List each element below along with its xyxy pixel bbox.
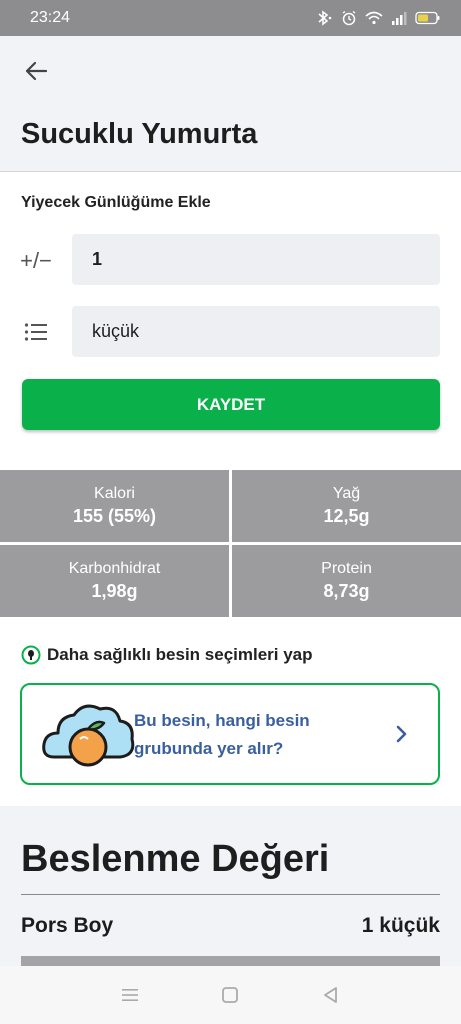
- page-title: Sucuklu Yumurta: [21, 118, 258, 150]
- header: Sucuklu Yumurta: [0, 36, 461, 172]
- tip-title: Daha sağlıklı besin seçimleri yap: [21, 645, 313, 665]
- plus-minus-icon: +/−: [18, 246, 54, 276]
- status-bar: 23:24: [0, 0, 461, 36]
- food-group-card[interactable]: Bu besin, hangi besin grubunda yer alır?: [20, 683, 440, 785]
- tip-title-text: Daha sağlıklı besin seçimleri yap: [47, 645, 313, 664]
- nutrient-label: Karbonhidrat: [68, 560, 161, 577]
- cloud-fruit-icon: [42, 704, 135, 767]
- home-square-icon: [222, 987, 239, 1003]
- unit-select[interactable]: küçük: [72, 306, 440, 357]
- food-group-card-text: Bu besin, hangi besin grubunda yer alır?: [134, 711, 310, 758]
- nutrient-label: Kalori: [94, 485, 135, 502]
- nutrition-facts-title: Beslenme Değeri: [21, 838, 330, 880]
- quantity-value: 1: [92, 249, 103, 269]
- menu-icon: [122, 989, 139, 1001]
- nutrient-carbs: Karbonhidrat 1,98g: [0, 545, 229, 617]
- save-button[interactable]: KAYDET: [22, 379, 440, 430]
- nutrient-calories: Kalori 155 (55%): [0, 470, 229, 542]
- nutrient-label: Protein: [321, 560, 372, 577]
- back-triangle-icon: [323, 987, 337, 1003]
- nav-back-button[interactable]: [316, 980, 346, 1010]
- back-button[interactable]: [18, 56, 54, 86]
- nutrient-label: Yağ: [332, 485, 361, 502]
- save-button-label: KAYDET: [196, 394, 266, 414]
- nav-menu-button[interactable]: [115, 980, 145, 1010]
- signal-icon: [392, 12, 407, 25]
- chevron-right-icon: [396, 725, 407, 743]
- divider: [21, 894, 440, 895]
- nutrient-grid: Kalori 155 (55%) Yağ 12,5g Karbonhidrat …: [0, 470, 461, 617]
- food-diary-section: Yiyecek Günlüğüme Ekle +/− 1 küçük KAYDE…: [0, 172, 461, 470]
- nutrient-value: 155 (55%): [72, 506, 157, 526]
- nutrient-value: 1,98g: [91, 581, 138, 601]
- wifi-icon: [365, 11, 383, 25]
- system-nav-bar: [0, 966, 461, 1024]
- alarm-icon: [342, 10, 356, 26]
- nutrient-protein: Protein 8,73g: [232, 545, 461, 617]
- arrow-left-icon: [25, 61, 48, 81]
- nutrient-value: 8,73g: [323, 581, 370, 601]
- nutrition-facts-section: Beslenme Değeri Pors Boy 1 küçük: [0, 806, 461, 966]
- plus-minus-glyph: +/−: [20, 248, 52, 273]
- status-time: 23:24: [30, 9, 71, 26]
- nutrient-fat: Yağ 12,5g: [232, 470, 461, 542]
- nutrient-value: 12,5g: [323, 506, 370, 526]
- healthy-tip-section: Daha sağlıklı besin seçimleri yap Bu bes…: [0, 617, 461, 806]
- leaf-icon: [21, 645, 41, 665]
- battery-icon: [415, 11, 440, 25]
- bluetooth-icon: [318, 10, 332, 26]
- portion-value: 1 küçük: [361, 914, 440, 937]
- list-icon: [18, 317, 54, 347]
- nutrition-table-header-bar: [21, 956, 440, 966]
- nav-home-button[interactable]: [215, 980, 245, 1010]
- unit-value: küçük: [92, 321, 140, 341]
- diary-title: Yiyecek Günlüğüme Ekle: [21, 194, 211, 211]
- quantity-input[interactable]: 1: [72, 234, 440, 285]
- portion-label: Pors Boy: [21, 914, 114, 937]
- status-icons: [315, 10, 441, 26]
